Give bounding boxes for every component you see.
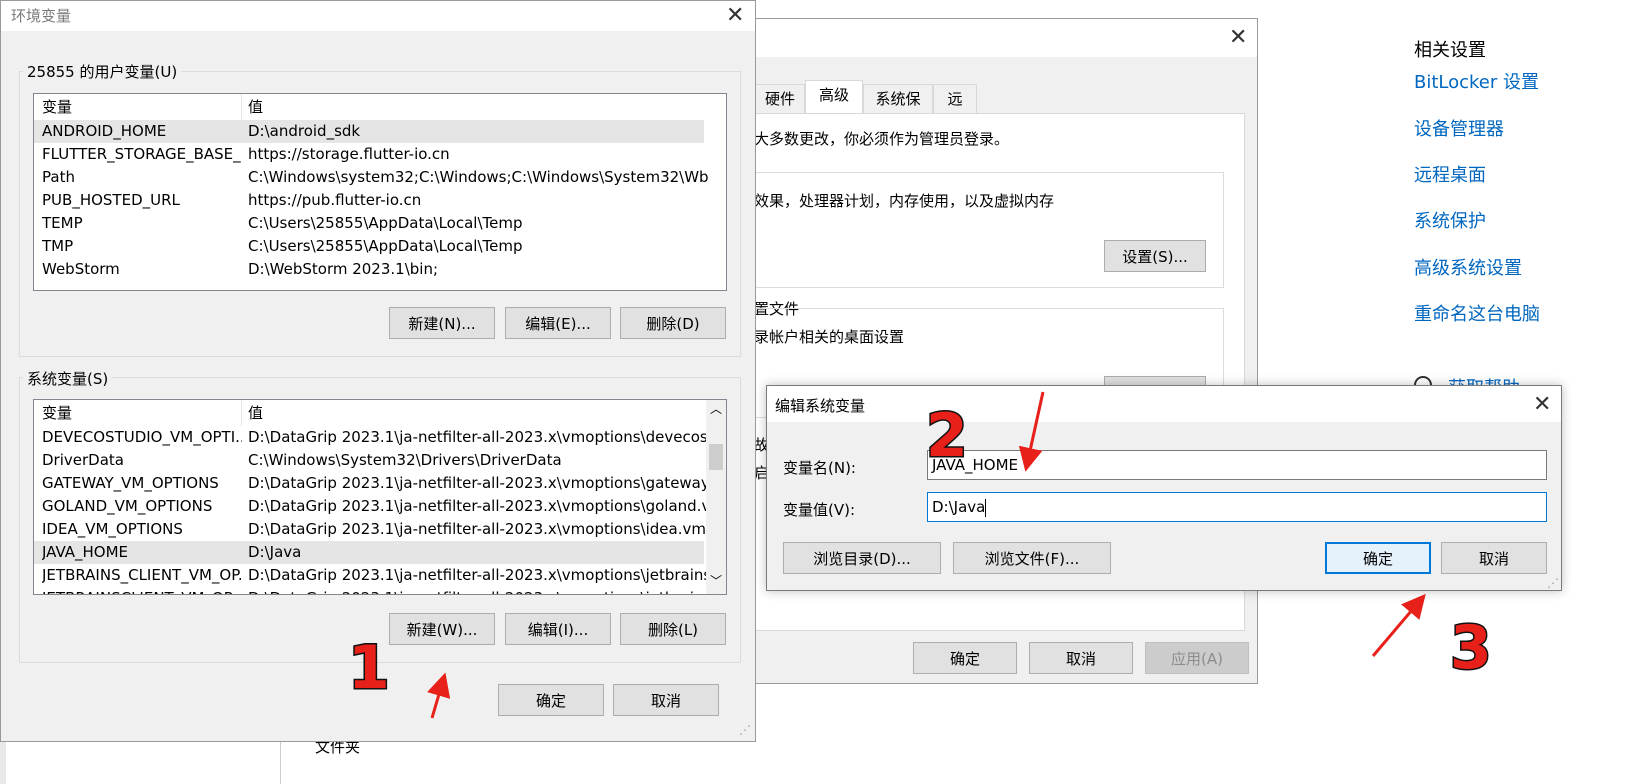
annotation-overlay bbox=[427, 391, 1426, 719]
arrow-1-icon bbox=[427, 672, 451, 719]
step-1-label: 1 bbox=[347, 633, 392, 703]
arrow-3-icon bbox=[1371, 593, 1426, 657]
arrow-2-icon bbox=[1018, 391, 1045, 472]
step-3-label: 3 bbox=[1449, 613, 1494, 683]
step-2-label: 2 bbox=[925, 401, 970, 471]
